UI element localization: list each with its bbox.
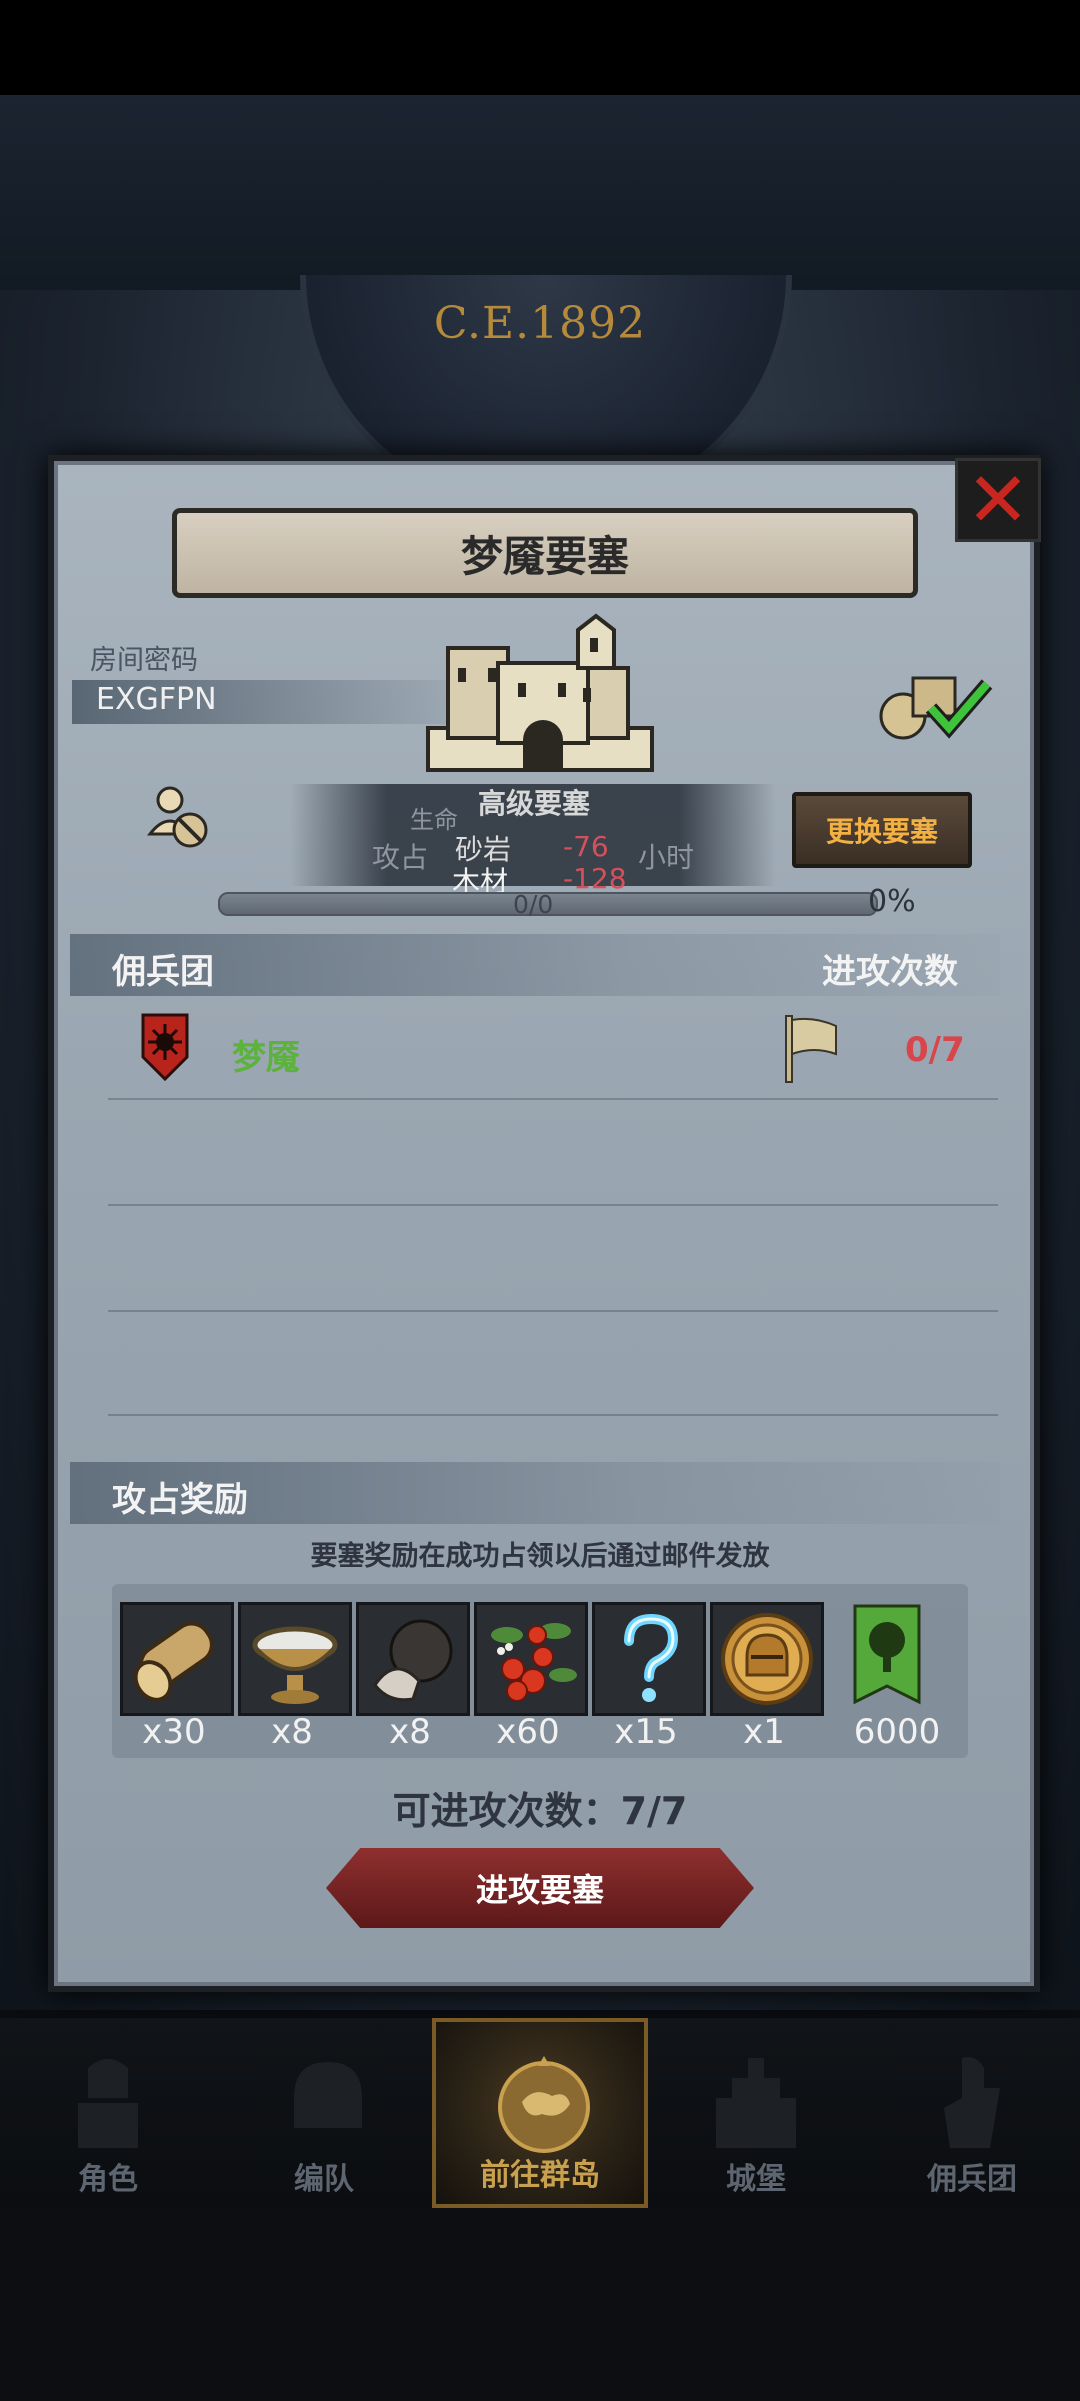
nav-tab-castle[interactable]: 城堡 [648, 2018, 864, 2208]
reward-slot[interactable] [592, 1602, 706, 1716]
row-divider [108, 1204, 998, 1206]
era-label: C.E.1892 [433, 298, 647, 349]
mercenary-attack-count: 0/7 [905, 1030, 965, 1070]
nav-tab-islands[interactable]: 前往群岛 [432, 2018, 648, 2208]
milk-bowl-icon [252, 1626, 338, 1704]
wood-value: -128 [563, 862, 627, 895]
reward-slot[interactable] [238, 1602, 352, 1716]
nav-label: 前往群岛 [480, 2158, 600, 2193]
castle-icon [716, 2058, 796, 2148]
reward-slot[interactable] [710, 1602, 824, 1716]
reward-slot[interactable] [356, 1602, 470, 1716]
berries-icon [491, 1623, 577, 1702]
nav-label: 编队 [294, 2162, 354, 2197]
title-plate: 梦魇要塞 [172, 508, 918, 598]
reward-qty: x8 [271, 1712, 313, 1752]
attack-count-header: 进攻次数 [822, 952, 958, 992]
nav-tab-formation[interactable]: 编队 [216, 2018, 432, 2208]
flag-icon [785, 1015, 837, 1083]
reward-qty: x15 [614, 1712, 678, 1752]
dialog-title: 梦魇要塞 [460, 531, 629, 581]
row-divider [108, 1098, 998, 1100]
progress-percent: 0% [868, 884, 916, 919]
knight-armor-icon [78, 2059, 138, 2148]
nav-label: 城堡 [726, 2162, 786, 2197]
row-divider [108, 1310, 998, 1312]
mercenary-header: 佣兵团 [112, 952, 214, 992]
close-button[interactable]: ✕ [955, 458, 1041, 542]
attacks-remaining: 可进攻次数：7/7 [392, 1789, 688, 1833]
room-code[interactable]: EXGFPN [96, 682, 217, 717]
wood-log-icon [133, 1621, 214, 1702]
fortress-level: 高级要塞 [478, 787, 591, 820]
mercenary-name[interactable]: 梦魇 [232, 1030, 300, 1079]
bottom-area [0, 2208, 1080, 2401]
change-fortress-button[interactable]: 更换要塞 [792, 792, 972, 868]
reward-qty: x1 [743, 1712, 785, 1752]
supplies-ready-icon[interactable] [875, 670, 995, 742]
mercenary-shield-icon [141, 1013, 189, 1082]
row-divider [108, 1414, 998, 1416]
truffle-icon [373, 1619, 453, 1702]
room-code-label: 房间密码 [90, 645, 198, 676]
fortress-icon [426, 613, 654, 772]
reward-slot[interactable] [474, 1602, 588, 1716]
reward-note: 要塞奖励在成功占领以后通过邮件发放 [310, 1541, 770, 1572]
reward-slot[interactable] [120, 1602, 234, 1716]
compass-map-icon [498, 2056, 590, 2153]
reward-qty: x30 [142, 1712, 206, 1752]
close-icon: ✕ [966, 455, 1030, 544]
mercenary-icon [944, 2057, 1000, 2148]
faded-label-left: 攻占 [372, 841, 429, 874]
stone-value: -76 [563, 830, 609, 863]
knight-helmet-medal-icon [721, 1613, 813, 1705]
reward-qty: 6000 [853, 1712, 941, 1752]
reward-qty: x8 [389, 1712, 431, 1752]
attack-fortress-button[interactable]: 进攻要塞 [326, 1848, 754, 1928]
faded-label-right: 小时 [638, 841, 695, 874]
status-bar [0, 0, 1080, 95]
nav-tab-mercenaries[interactable]: 佣兵团 [864, 2018, 1080, 2208]
helmet-squad-icon [294, 2062, 362, 2128]
reward-header: 攻占奖励 [112, 1480, 248, 1520]
attack-button-label: 进攻要塞 [475, 1871, 604, 1909]
tree-banner-icon [853, 1604, 921, 1705]
mystery-question-icon [624, 1613, 679, 1702]
hp-label: 生命 [410, 806, 458, 834]
reward-slot[interactable] [852, 1602, 922, 1710]
nav-tab-character[interactable]: 角色 [0, 2018, 216, 2208]
nav-label: 角色 [78, 2162, 138, 2197]
reward-qty: x60 [496, 1712, 560, 1752]
top-band [0, 95, 1080, 290]
progress-count: 0/0 [513, 890, 554, 919]
nav-label: 佣兵团 [927, 2162, 1017, 2197]
no-player-icon [146, 786, 208, 848]
